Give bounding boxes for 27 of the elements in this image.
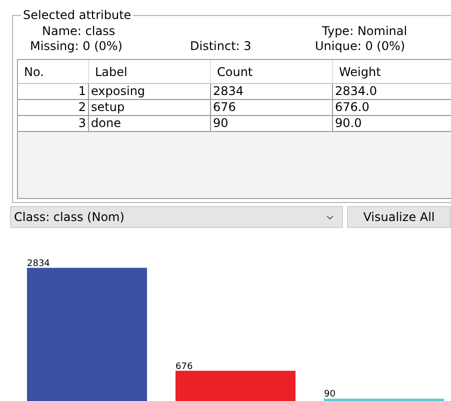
table-cell-text: 2 xyxy=(77,100,87,115)
column-header[interactable]: Count xyxy=(210,60,332,83)
visualize-all-button[interactable]: Visualize All xyxy=(347,206,451,228)
missing-label: Missing: 0 (0%) xyxy=(30,39,124,53)
table-cell: exposing xyxy=(88,84,210,99)
table-cell: 676.0 xyxy=(332,100,451,115)
table-cell-text: 1 xyxy=(77,84,87,99)
table-cell: done xyxy=(88,116,210,131)
column-header[interactable]: Weight xyxy=(332,60,451,83)
column-header[interactable]: No. xyxy=(18,60,88,83)
class-dropdown[interactable]: Class: class (Nom) xyxy=(10,206,343,228)
table-cell-text: 3 xyxy=(77,116,87,131)
table-cell: setup xyxy=(88,100,210,115)
bar-value-label: 676 xyxy=(176,362,193,372)
column-header[interactable]: Label xyxy=(88,60,210,83)
table-cell: 90 xyxy=(210,116,332,131)
table-cell: 90.0 xyxy=(332,116,451,131)
chevron-down-icon xyxy=(326,214,334,220)
table-cell: 2834.0 xyxy=(332,84,451,99)
name-label: Name: class xyxy=(42,24,116,38)
table-cell: 2834 xyxy=(210,84,332,99)
bar-value-label: 2834 xyxy=(27,258,50,269)
type-label: Type: Nominal xyxy=(322,24,408,38)
distinct-label: Distinct: 3 xyxy=(190,39,252,53)
table-cell: 676 xyxy=(210,100,332,115)
bar-value-label: 90 xyxy=(324,390,336,400)
unique-label: Unique: 0 (0%) xyxy=(315,39,406,53)
